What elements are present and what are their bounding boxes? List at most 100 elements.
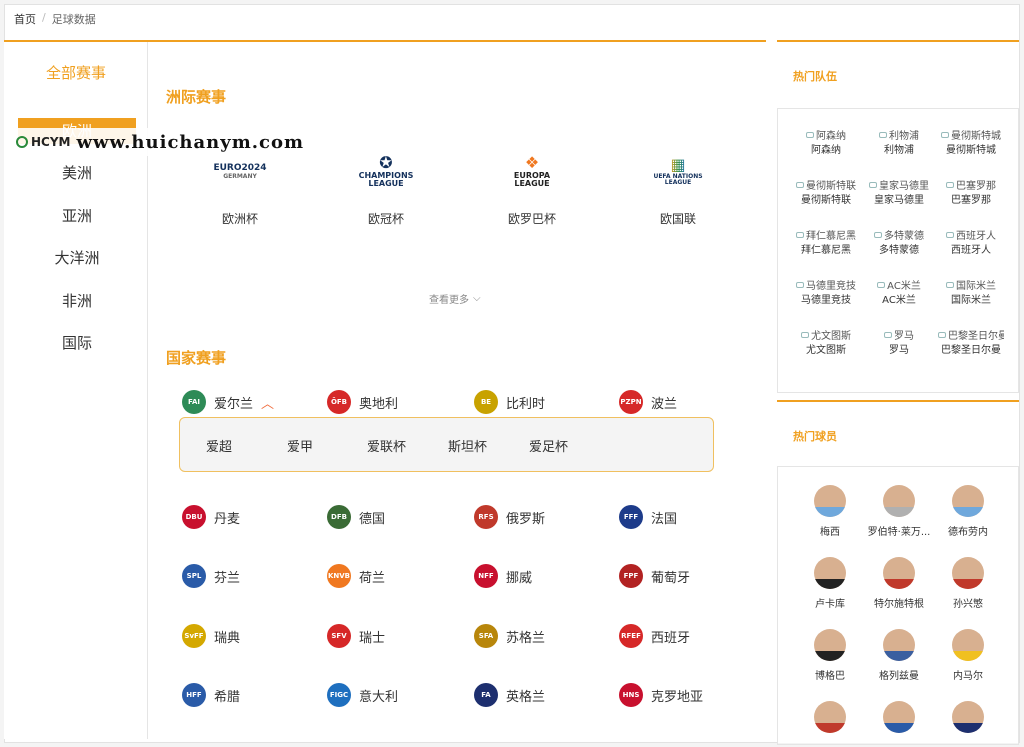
country-item[interactable]: DBU 丹麦 bbox=[182, 505, 240, 529]
region-nav-title[interactable]: 全部赛事 bbox=[4, 62, 148, 83]
player-item[interactable]: 内马尔 bbox=[932, 629, 1004, 682]
player-item[interactable] bbox=[863, 701, 935, 739]
team-name: 罗马 bbox=[889, 345, 909, 356]
country-item[interactable]: RFEF 西班牙 bbox=[619, 624, 690, 648]
country-name: 法国 bbox=[651, 511, 678, 527]
sub-league-link[interactable]: 爱超 bbox=[206, 436, 232, 455]
country-item[interactable]: DFB 德国 bbox=[327, 505, 385, 529]
player-item[interactable]: 特尔施特根 bbox=[863, 557, 935, 610]
avatar bbox=[814, 557, 846, 589]
country-item[interactable]: NFF 挪威 bbox=[474, 564, 532, 588]
cup-label: 欧罗巴杯 bbox=[507, 212, 556, 226]
team-name: 西班牙人 bbox=[951, 245, 991, 256]
country-item[interactable]: KNVB 荷兰 bbox=[327, 564, 385, 588]
team-item[interactable]: 拜仁慕尼黑 拜仁慕尼黑 bbox=[791, 227, 861, 258]
player-item[interactable]: 格列兹曼 bbox=[863, 629, 935, 682]
country-badge-icon: FIGC bbox=[327, 683, 351, 707]
country-name: 英格兰 bbox=[506, 689, 546, 705]
region-nav-item-oceania[interactable]: 大洋洲 bbox=[18, 245, 136, 271]
team-item[interactable]: 马德里竞技 马德里竞技 bbox=[791, 277, 861, 308]
country-item[interactable]: HNS 克罗地亚 bbox=[619, 683, 703, 707]
country-item[interactable]: SPL 芬兰 bbox=[182, 564, 240, 588]
region-nav-item-international[interactable]: 国际 bbox=[18, 330, 136, 356]
country-badge-icon: BE bbox=[474, 390, 498, 414]
country-item[interactable]: SFA 苏格兰 bbox=[474, 624, 545, 648]
player-name: 德布劳内 bbox=[948, 527, 988, 538]
team-item[interactable]: 罗马 罗马 bbox=[864, 327, 934, 358]
watermark: HCYM www.huichanym.com bbox=[16, 128, 416, 156]
team-item[interactable]: 巴塞罗那 巴塞罗那 bbox=[936, 177, 1006, 208]
breadcrumb-separator: / bbox=[42, 11, 46, 24]
team-item[interactable]: 尤文图斯 尤文图斯 bbox=[791, 327, 861, 358]
player-item[interactable]: 德布劳内 bbox=[932, 485, 1004, 538]
player-item[interactable]: 孙兴慜 bbox=[932, 557, 1004, 610]
country-badge-icon: SFV bbox=[327, 624, 351, 648]
view-more-link[interactable]: 查看更多 ⌵ bbox=[429, 291, 481, 306]
chevron-up-icon[interactable]: ︿ bbox=[261, 393, 274, 412]
team-item[interactable]: 曼彻斯特联 曼彻斯特联 bbox=[791, 177, 861, 208]
watermark-logo: HCYM bbox=[16, 135, 70, 149]
player-name: 梅西 bbox=[820, 527, 840, 538]
team-item[interactable]: AC米兰 AC米兰 bbox=[864, 277, 934, 308]
team-logo-icon: 巴塞罗那 bbox=[936, 177, 1006, 192]
cup-item[interactable]: ❖ EUROPA LEAGUE 欧罗巴杯 bbox=[482, 142, 582, 227]
player-name: 博格巴 bbox=[815, 671, 845, 682]
team-item[interactable]: 利物浦 利物浦 bbox=[864, 127, 934, 158]
cup-item[interactable]: ▦ UEFA NATIONS LEAGUE 欧国联 bbox=[628, 142, 728, 227]
player-name: 格列兹曼 bbox=[879, 671, 919, 682]
cup-label: 欧冠杯 bbox=[367, 212, 404, 226]
sub-league-link[interactable]: 爱足杯 bbox=[529, 436, 568, 455]
country-item[interactable]: HFF 希腊 bbox=[182, 683, 240, 707]
country-name: 挪威 bbox=[506, 570, 533, 586]
team-item[interactable]: 西班牙人 西班牙人 bbox=[936, 227, 1006, 258]
player-item[interactable] bbox=[794, 701, 866, 739]
country-name: 苏格兰 bbox=[506, 630, 546, 646]
player-item[interactable]: 卢卡库 bbox=[794, 557, 866, 610]
country-item[interactable]: FAI 爱尔兰 ︿ bbox=[182, 390, 274, 414]
team-item[interactable]: 皇家马德里 皇家马德里 bbox=[864, 177, 934, 208]
country-badge-icon: RFEF bbox=[619, 624, 643, 648]
region-nav-item-africa[interactable]: 非洲 bbox=[18, 288, 136, 314]
team-item[interactable]: 阿森纳 阿森纳 bbox=[791, 127, 861, 158]
country-item[interactable]: ÖFB 奥地利 bbox=[327, 390, 398, 414]
avatar bbox=[814, 701, 846, 733]
player-item[interactable] bbox=[932, 701, 1004, 739]
country-item[interactable]: FA 英格兰 bbox=[474, 683, 545, 707]
team-logo-icon: 曼彻斯特城 bbox=[936, 127, 1006, 142]
player-item[interactable]: 博格巴 bbox=[794, 629, 866, 682]
team-item[interactable]: 巴黎圣日尔曼 巴黎圣日尔曼 bbox=[936, 327, 1006, 358]
avatar bbox=[883, 557, 915, 589]
country-name: 芬兰 bbox=[214, 570, 241, 586]
country-item[interactable]: RFS 俄罗斯 bbox=[474, 505, 545, 529]
player-item[interactable]: 罗伯特·莱万... bbox=[863, 485, 935, 538]
country-item[interactable]: SFV 瑞士 bbox=[327, 624, 385, 648]
sub-league-link[interactable]: 斯坦杯 bbox=[448, 436, 487, 455]
country-name: 比利时 bbox=[506, 396, 546, 412]
sub-league-link[interactable]: 爱甲 bbox=[287, 436, 313, 455]
team-name: 拜仁慕尼黑 bbox=[801, 245, 851, 256]
breadcrumb-current: 足球数据 bbox=[51, 13, 96, 26]
sub-league-link[interactable]: 爱联杯 bbox=[367, 436, 406, 455]
national-title: 国家赛事 bbox=[166, 349, 227, 367]
nations-league-logo-icon: ▦ UEFA NATIONS LEAGUE bbox=[653, 155, 703, 187]
country-badge-icon: KNVB bbox=[327, 564, 351, 588]
team-item[interactable]: 多特蒙德 多特蒙德 bbox=[864, 227, 934, 258]
intercontinental-title: 洲际赛事 bbox=[166, 88, 227, 106]
breadcrumb-home[interactable]: 首页 bbox=[14, 11, 36, 27]
country-item[interactable]: PZPN 波兰 bbox=[619, 390, 677, 414]
country-item[interactable]: FIGC 意大利 bbox=[327, 683, 398, 707]
country-badge-icon: FAI bbox=[182, 390, 206, 414]
country-name: 克罗地亚 bbox=[651, 689, 704, 705]
hot-players-title: 热门球员 bbox=[793, 430, 837, 443]
country-name: 俄罗斯 bbox=[506, 511, 546, 527]
player-item[interactable]: 梅西 bbox=[794, 485, 866, 538]
region-nav-item-americas[interactable]: 美洲 bbox=[18, 160, 136, 186]
country-item[interactable]: SvFF 瑞典 bbox=[182, 624, 240, 648]
country-item[interactable]: FPF 葡萄牙 bbox=[619, 564, 690, 588]
team-item[interactable]: 国际米兰 国际米兰 bbox=[936, 277, 1006, 308]
avatar bbox=[952, 485, 984, 517]
country-item[interactable]: BE 比利时 bbox=[474, 390, 545, 414]
country-item[interactable]: FFF 法国 bbox=[619, 505, 677, 529]
region-nav-item-asia[interactable]: 亚洲 bbox=[18, 203, 136, 229]
team-item[interactable]: 曼彻斯特城 曼彻斯特城 bbox=[936, 127, 1006, 158]
